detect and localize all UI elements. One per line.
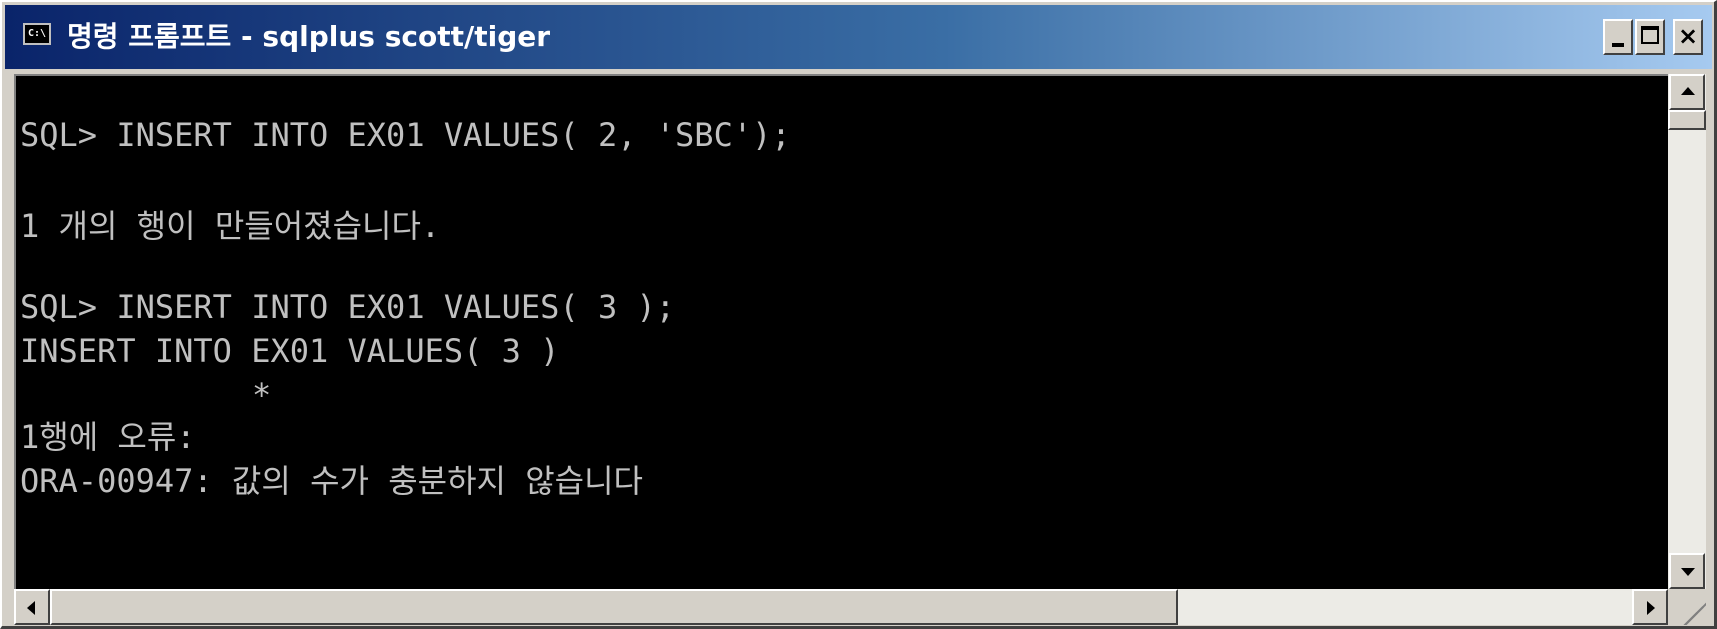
scroll-right-button[interactable] [1632,589,1668,625]
console-line: SQL> INSERT INTO EX01 VALUES( 2, 'SBC'); [20,116,791,154]
minimize-button[interactable] [1603,19,1633,55]
arrow-down-icon [1681,568,1695,576]
console-line: SQL> INSERT INTO EX01 VALUES( 3 ); [20,288,676,326]
close-icon: × [1677,22,1699,50]
scroll-left-button[interactable] [14,589,50,625]
vertical-scrollbar[interactable] [1668,74,1706,589]
console-line: 1 개의 행이 만들어졌습니다. [20,207,441,245]
console-line: 1행에 오류: [20,418,196,456]
scroll-down-button[interactable] [1669,553,1705,589]
console-line: * [252,376,272,414]
console-output[interactable]: SQL> INSERT INTO EX01 VALUES( 2, 'SBC');… [14,74,1668,589]
resize-grip-icon[interactable] [1668,589,1706,625]
horizontal-scrollbar[interactable] [14,589,1668,625]
console-app-icon[interactable]: C:\ [23,23,51,45]
close-button[interactable]: × [1673,19,1703,55]
arrow-right-icon [1647,601,1655,615]
arrow-left-icon [27,601,35,615]
vertical-scroll-thumb[interactable] [1668,110,1706,130]
command-prompt-window: C:\ 명령 프롬프트 - sqlplus scott/tiger × SQL>… [0,0,1717,629]
minimize-icon [1612,43,1624,47]
title-bar[interactable]: C:\ 명령 프롬프트 - sqlplus scott/tiger × [5,5,1712,69]
maximize-icon [1641,26,1659,44]
scroll-up-button[interactable] [1669,74,1705,110]
horizontal-scroll-thumb[interactable] [50,589,1178,625]
console-line: ORA-00947: 값의 수가 충분하지 않습니다 [20,462,643,500]
arrow-up-icon [1681,87,1695,95]
console-line: INSERT INTO EX01 VALUES( 3 ) [20,332,560,370]
window-title: 명령 프롬프트 - sqlplus scott/tiger [67,20,551,53]
maximize-button[interactable] [1635,19,1665,55]
